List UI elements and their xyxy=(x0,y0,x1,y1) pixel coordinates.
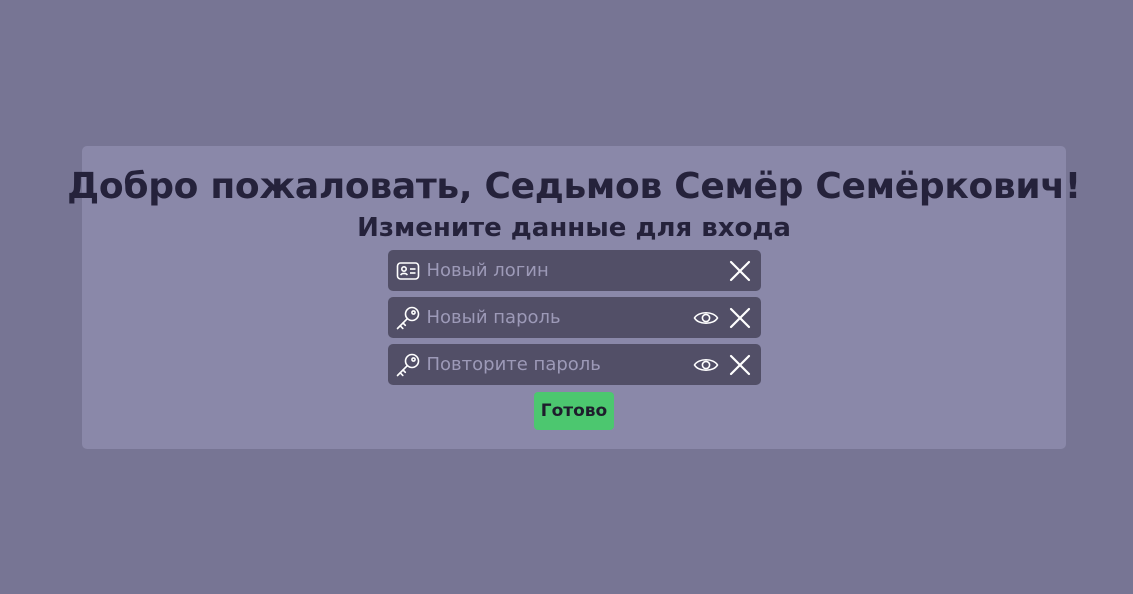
close-icon xyxy=(729,307,750,328)
close-icon xyxy=(729,260,750,281)
login-field xyxy=(387,250,761,291)
close-icon xyxy=(729,354,750,375)
clear-login-button[interactable] xyxy=(725,256,755,286)
settings-card: Добро пожаловать, Седьмов Семёр Семёрков… xyxy=(67,146,1081,449)
login-input[interactable] xyxy=(421,250,725,291)
key-icon xyxy=(394,351,422,379)
clear-password-button[interactable] xyxy=(725,303,755,333)
password-field xyxy=(387,297,761,338)
key-icon xyxy=(394,304,422,332)
clear-repeat-password-button[interactable] xyxy=(725,350,755,380)
eye-icon xyxy=(693,311,718,324)
password-repeat-field xyxy=(387,344,761,385)
page-title: Добро пожаловать, Седьмов Семёр Семёрков… xyxy=(67,166,1081,207)
submit-button[interactable]: Готово xyxy=(533,392,615,430)
eye-icon xyxy=(693,358,718,371)
toggle-repeat-visibility-button[interactable] xyxy=(691,350,721,380)
id-card-icon xyxy=(394,257,422,285)
new-password-input[interactable] xyxy=(421,297,691,338)
repeat-password-input[interactable] xyxy=(421,344,691,385)
toggle-password-visibility-button[interactable] xyxy=(691,303,721,333)
page-subtitle: Измените данные для входа xyxy=(357,213,791,243)
